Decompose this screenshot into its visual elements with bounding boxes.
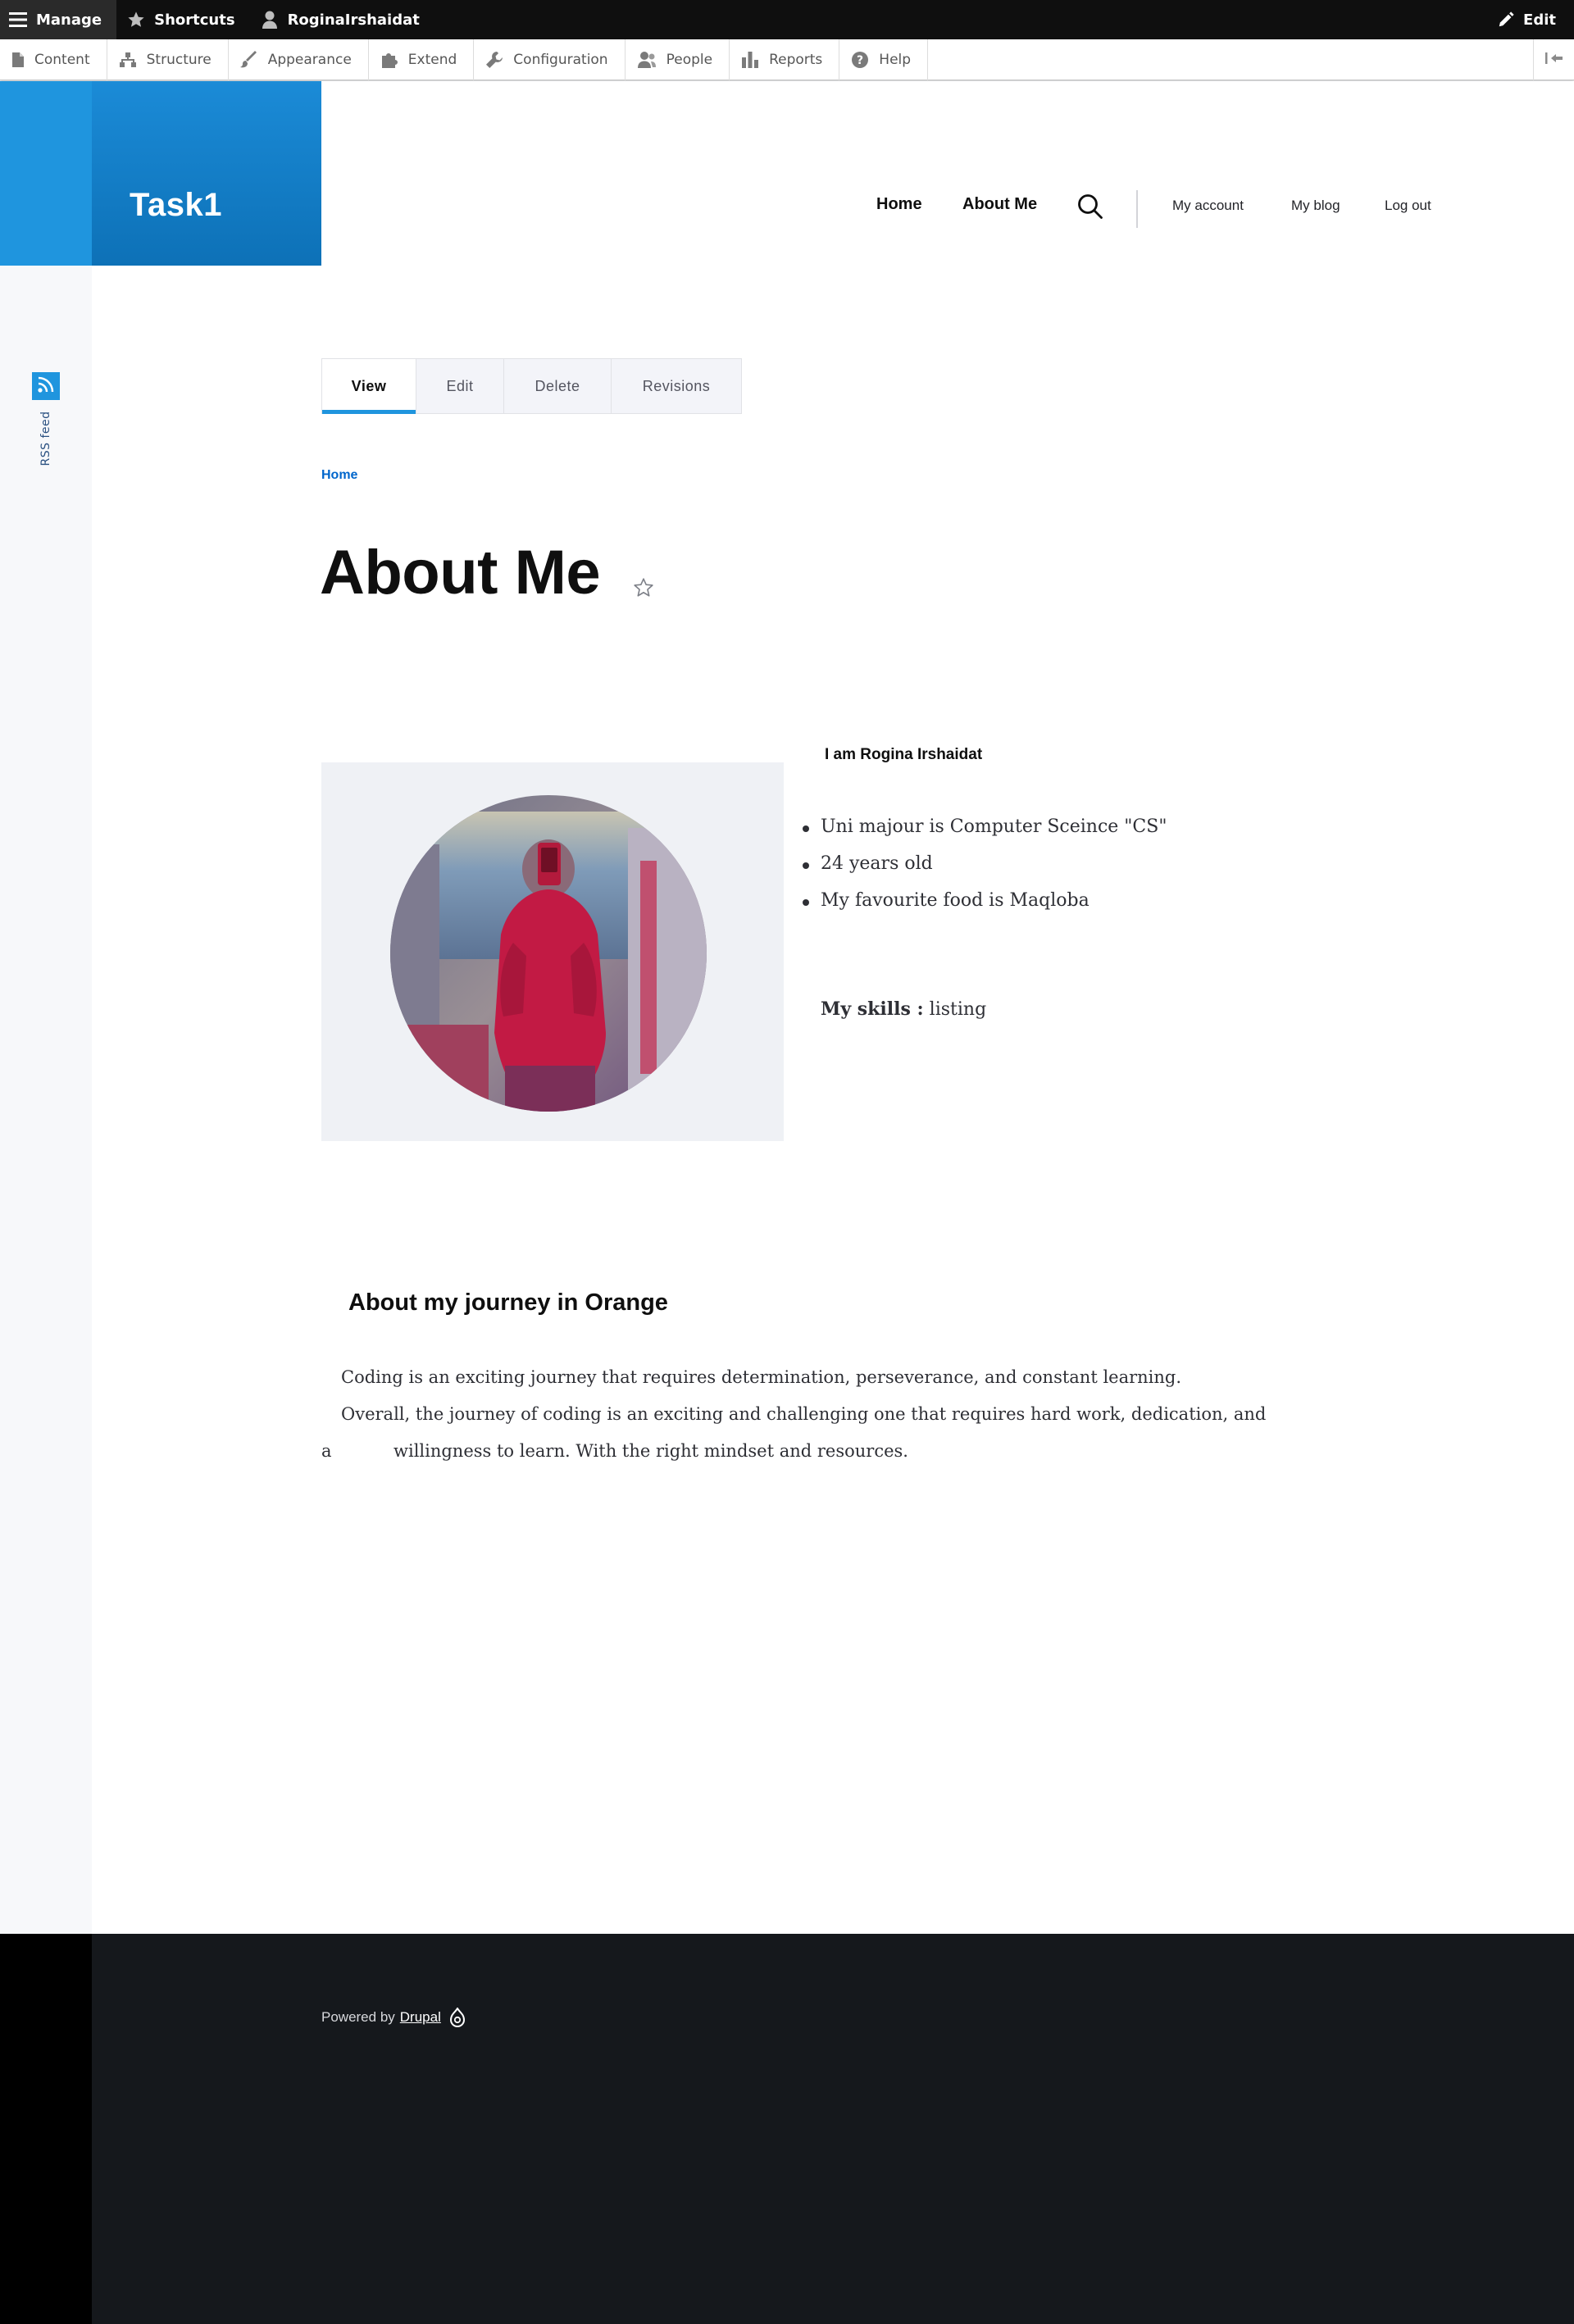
list-item: My favourite food is Maqloba [802,889,1167,926]
brush-icon [239,50,258,69]
tray-item-extend[interactable]: Extend [369,39,475,80]
file-icon [11,52,25,68]
collapse-arrow-icon [1544,50,1565,70]
list-item: Uni majour is Computer Sceince "CS" [802,815,1167,852]
powered-by-drupal: Powered by Drupal [321,2008,466,2027]
puzzle-icon [380,51,398,69]
nav-link-about-me[interactable]: About Me [962,195,1037,214]
list-item: 24 years old [802,852,1167,889]
favorite-star-icon[interactable] [633,577,654,602]
tab-view[interactable]: View [322,359,416,414]
rss-feed-button[interactable] [32,372,60,400]
main-content-area [92,266,1574,1934]
journey-heading: About my journey in Orange [348,1289,668,1316]
footer-left-rail [0,1934,92,2324]
site-branding[interactable] [92,81,321,266]
edit-label: Edit [1523,11,1556,29]
tray-label-configuration: Configuration [513,51,608,68]
tray-item-help[interactable]: ? Help [839,39,929,80]
tray-label-reports: Reports [769,51,823,68]
journey-paragraph-line-2: Overall, the journey of coding is an exc… [341,1404,1267,1424]
tray-label-structure: Structure [146,51,212,68]
shortcuts-label: Shortcuts [154,11,235,29]
skills-value: listing [923,999,987,1020]
bar-chart-icon [741,51,759,69]
tray-item-reports[interactable]: Reports [730,39,840,80]
breadcrumb-home[interactable]: Home [321,468,357,483]
tray-item-appearance[interactable]: Appearance [229,39,369,80]
powered-by-label: Powered by [321,2009,395,2025]
site-footer [92,1934,1574,2324]
people-icon [637,51,657,69]
rss-feed-label[interactable]: RSS feed [39,412,52,466]
toolbar-manage-tab[interactable]: Manage [0,0,117,39]
search-icon[interactable] [1077,193,1103,223]
drupal-link[interactable]: Drupal [400,2009,441,2026]
manage-label: Manage [36,11,102,29]
tab-edit[interactable]: Edit [416,359,504,413]
tab-revisions[interactable]: Revisions [612,359,741,413]
tray-label-extend: Extend [407,51,457,68]
branding-accent [0,81,92,266]
tray-item-content[interactable]: Content [0,39,107,80]
admin-tray: Content Structure Appearance Extend Conf… [0,39,1574,80]
skills-line: My skills : listing [821,998,986,1020]
rss-icon [37,375,55,397]
tray-item-people[interactable]: People [626,39,730,80]
tray-label-help: Help [879,51,912,68]
intro-heading: I am Rogina Irshaidat [825,746,983,763]
tray-label-appearance: Appearance [267,51,352,68]
about-facts-list: Uni majour is Computer Sceince "CS" 24 y… [802,815,1167,926]
site-header [321,81,1574,266]
journey-paragraph-line-3-a: a [321,1441,332,1461]
admin-toolbar: Manage Shortcuts RoginaIrshaidat Edit [0,0,1574,39]
tab-delete[interactable]: Delete [504,359,612,413]
nav-link-my-blog[interactable]: My blog [1291,198,1340,214]
left-rail [0,81,92,1934]
journey-paragraph-line-3-b: willingness to learn. With the right min… [394,1441,908,1461]
star-icon [126,10,146,30]
toolbar-user-tab[interactable]: RoginaIrshaidat [250,0,434,39]
user-icon [260,10,280,30]
pencil-icon [1497,11,1515,29]
page-title: About Me [320,538,601,607]
drupal-drop-icon [449,2008,466,2027]
nav-link-my-account[interactable]: My account [1172,198,1244,214]
site-name[interactable]: Task1 [130,187,222,224]
wrench-icon [485,51,503,69]
tray-item-structure[interactable]: Structure [107,39,229,80]
tray-orientation-toggle[interactable] [1533,39,1574,80]
skills-label: My skills : [821,998,924,1020]
local-tasks-tabs: View Edit Delete Revisions [321,358,742,414]
user-label: RoginaIrshaidat [287,11,420,29]
nav-link-log-out[interactable]: Log out [1385,198,1431,214]
help-icon: ? [851,51,869,69]
profile-photo [390,795,707,1112]
journey-paragraph-line-1: Coding is an exciting journey that requi… [341,1367,1182,1387]
tray-item-configuration[interactable]: Configuration [474,39,626,80]
toolbar-shortcuts-tab[interactable]: Shortcuts [116,0,249,39]
tray-label-people: People [666,51,713,68]
hamburger-icon [8,10,28,30]
tray-label-content: Content [34,51,90,68]
nav-link-home[interactable]: Home [876,195,922,214]
svg-text:?: ? [857,54,863,67]
nav-divider [1136,190,1138,228]
sitemap-icon [119,52,137,68]
toolbar-edit-button[interactable]: Edit [1497,0,1556,39]
